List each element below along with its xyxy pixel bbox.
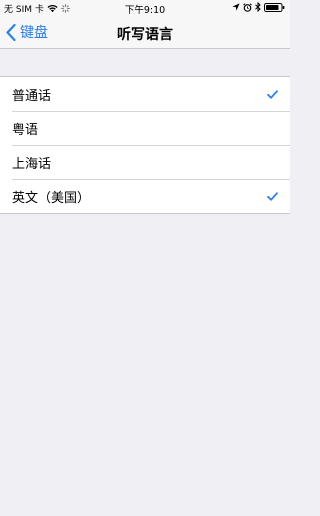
language-list: 普通话 粤语 上海话 英文（美国） [0, 76, 290, 214]
list-item-cantonese[interactable]: 粤语 [0, 111, 290, 145]
page-title: 听写语言 [117, 27, 173, 43]
status-right [232, 2, 285, 12]
list-item-label: 英文（美国） [12, 190, 91, 206]
screen: 无 SIM 卡 下午9:10 键盘 听写语言 普通话 粤语 上海话 英文（美国） [0, 0, 290, 516]
list-item-label: 粤语 [12, 122, 39, 138]
checkmark-icon [266, 191, 278, 201]
battery-icon [264, 2, 285, 12]
list-item-label: 上海话 [12, 156, 52, 172]
status-bar: 无 SIM 卡 下午9:10 [0, 0, 290, 16]
list-item-label: 普通话 [12, 88, 52, 104]
list-item-mandarin[interactable]: 普通话 [0, 77, 290, 111]
bluetooth-icon [255, 2, 261, 12]
checkmark-icon [266, 89, 278, 99]
list-item-english-us[interactable]: 英文（美国） [0, 179, 290, 213]
nav-bar: 键盘 听写语言 [0, 16, 290, 49]
list-item-shanghainese[interactable]: 上海话 [0, 145, 290, 179]
alarm-icon [243, 2, 252, 12]
location-icon [232, 3, 240, 11]
